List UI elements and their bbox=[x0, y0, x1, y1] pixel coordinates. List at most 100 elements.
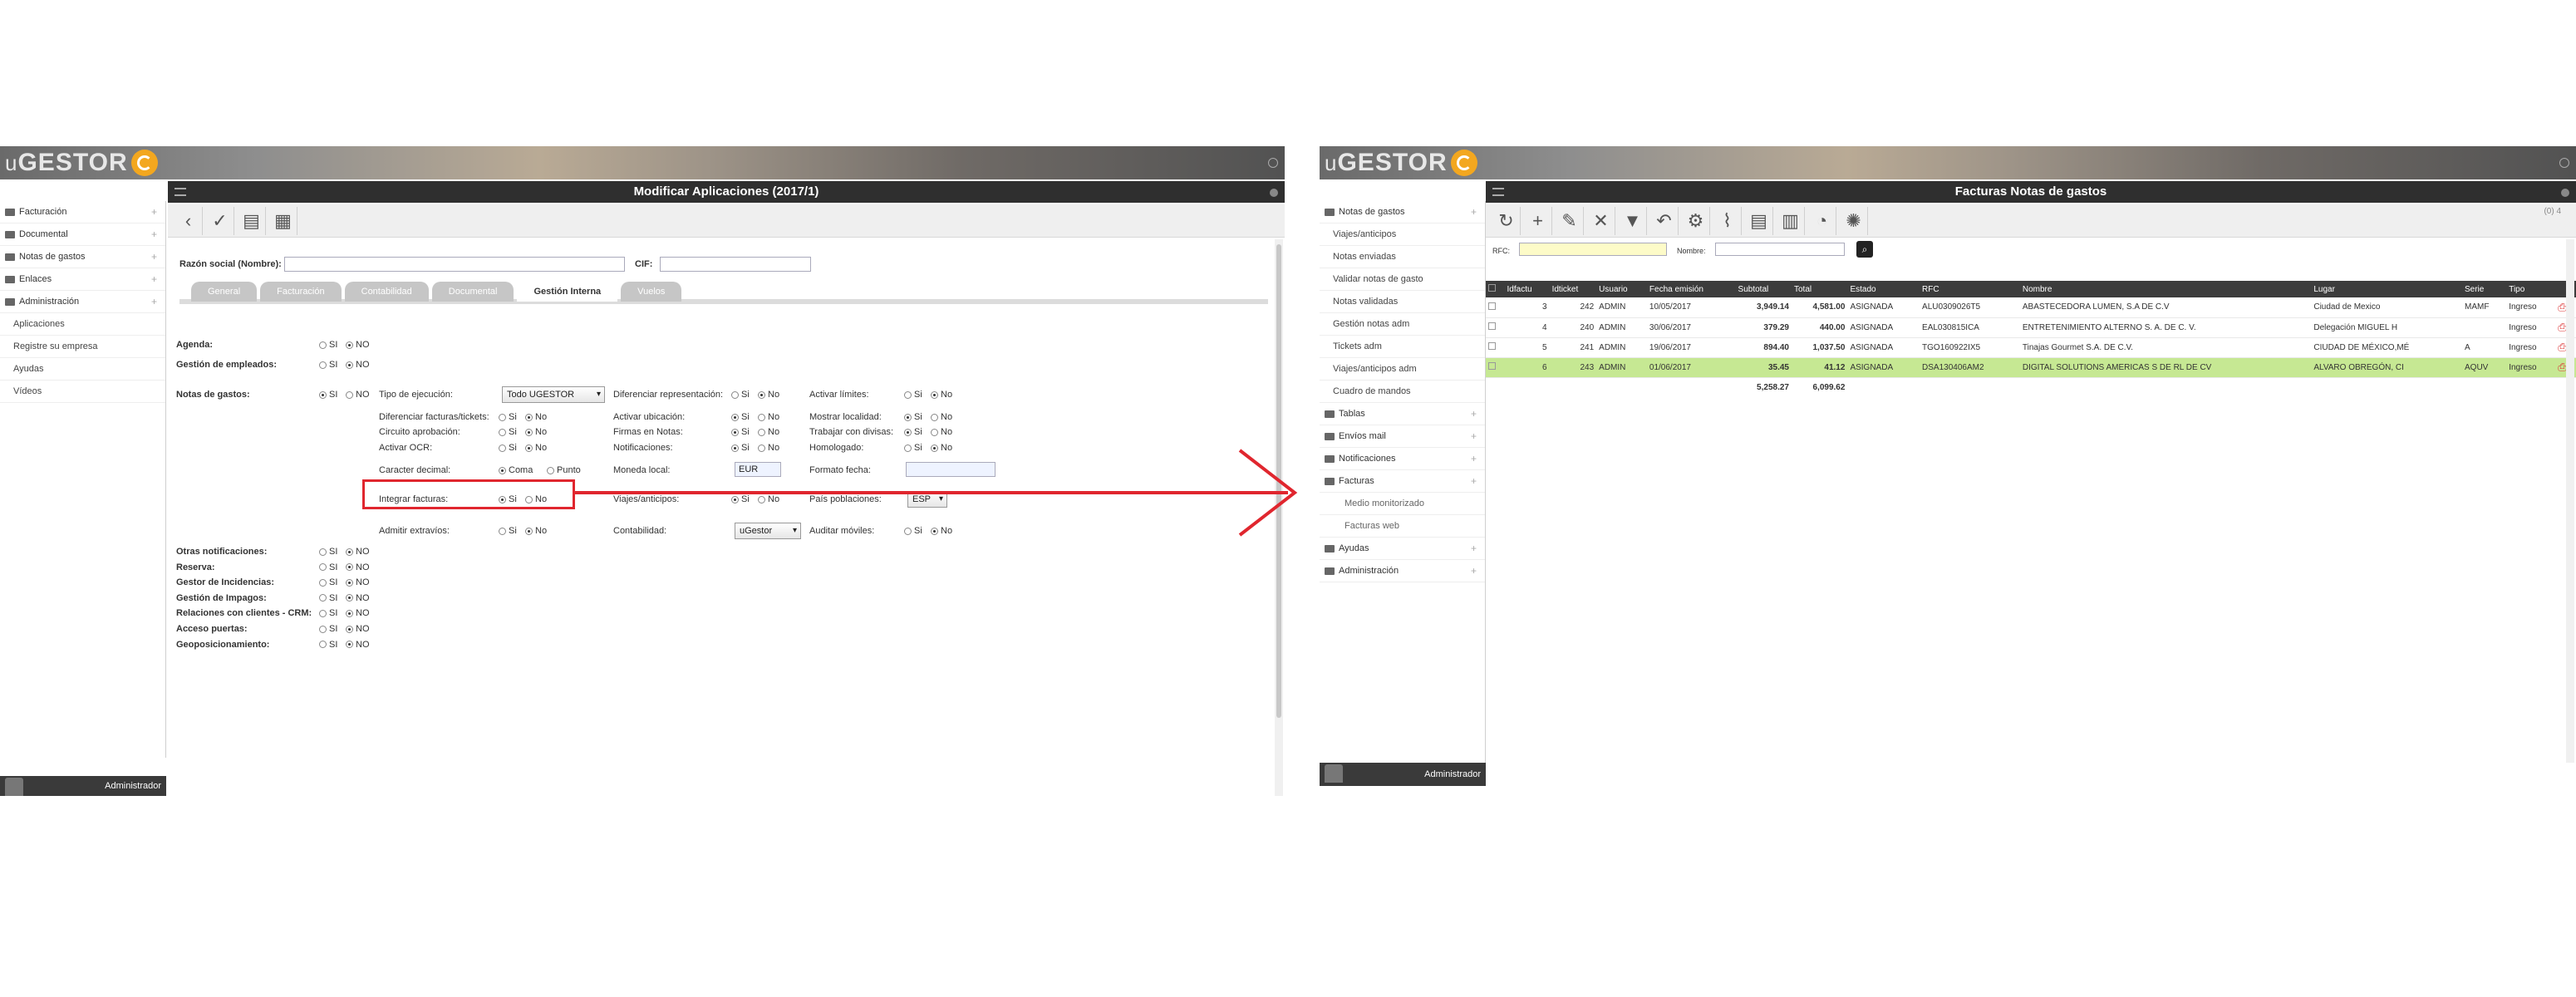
radio-si[interactable]: SI bbox=[319, 640, 337, 650]
sidebar-item[interactable]: Viajes/anticipos adm bbox=[1320, 358, 1485, 381]
attachment-icon[interactable]: ⌇ bbox=[1713, 206, 1742, 235]
pdf-document-icon[interactable]: ▥ bbox=[1777, 206, 1805, 235]
rfc-input[interactable] bbox=[1519, 243, 1667, 256]
radio-si[interactable]: SI bbox=[319, 593, 337, 603]
column-header[interactable]: Usuario bbox=[1596, 281, 1647, 297]
column-header[interactable] bbox=[1486, 281, 1505, 297]
document-icon[interactable]: ▤ bbox=[1745, 206, 1773, 235]
sidebar-item[interactable]: Validar notas de gasto bbox=[1320, 268, 1485, 291]
tab-documental[interactable]: Documental bbox=[431, 282, 514, 302]
sidebar-item[interactable]: Notificaciones + bbox=[1320, 448, 1485, 470]
expand-icon[interactable]: + bbox=[1471, 448, 1477, 470]
check-icon[interactable]: ✓ bbox=[206, 206, 234, 235]
sidebar-item[interactable]: Gestión notas adm bbox=[1320, 313, 1485, 336]
row-checkbox-cell[interactable] bbox=[1486, 297, 1505, 318]
radio-circle[interactable] bbox=[731, 390, 739, 399]
sidebar-item[interactable]: Notas de gastos + bbox=[1320, 201, 1485, 223]
menu-icon[interactable] bbox=[175, 188, 186, 196]
radio-circle[interactable] bbox=[319, 341, 327, 349]
column-header[interactable]: Fecha emisión bbox=[1646, 281, 1736, 297]
expand-icon[interactable]: + bbox=[1471, 425, 1477, 448]
sidebar-item[interactable]: Notas de gastos + bbox=[0, 246, 165, 268]
radio-no[interactable]: NO bbox=[346, 340, 370, 350]
right-user-footer[interactable]: Administrador bbox=[1320, 763, 1486, 786]
radio-no[interactable]: No bbox=[758, 390, 779, 400]
select-all-checkbox[interactable] bbox=[1488, 284, 1496, 292]
expand-icon[interactable]: + bbox=[1471, 470, 1477, 493]
window-dot-icon[interactable] bbox=[2559, 158, 2569, 168]
row-checkbox[interactable] bbox=[1488, 342, 1496, 350]
column-header[interactable]: Subtotal bbox=[1735, 281, 1792, 297]
sidebar-item[interactable]: Envíos mail + bbox=[1320, 425, 1485, 448]
radio-circle[interactable] bbox=[346, 625, 353, 633]
radio-circle[interactable] bbox=[547, 466, 554, 474]
tab-facturaci-n[interactable]: Facturación bbox=[260, 282, 342, 302]
sidebar-item[interactable]: Facturas web bbox=[1320, 515, 1485, 538]
sidebar-item[interactable]: Facturas + bbox=[1320, 470, 1485, 493]
radio-no[interactable]: NO bbox=[346, 390, 370, 400]
radio-circle[interactable] bbox=[525, 527, 533, 535]
expand-icon[interactable]: + bbox=[1471, 201, 1477, 223]
radio-no[interactable]: NO bbox=[346, 624, 370, 634]
radio-si[interactable]: SI bbox=[319, 390, 337, 400]
row-checkbox-cell[interactable] bbox=[1486, 317, 1505, 338]
radio-circle[interactable] bbox=[499, 466, 506, 474]
radio-circle[interactable] bbox=[731, 428, 739, 436]
expand-icon[interactable]: + bbox=[151, 291, 157, 313]
radio-no[interactable]: No bbox=[931, 412, 952, 422]
column-header[interactable]: Idticket bbox=[1549, 281, 1597, 297]
back-icon[interactable]: ‹ bbox=[175, 206, 203, 235]
radio-si[interactable]: Si bbox=[731, 390, 750, 400]
radio-circle[interactable] bbox=[904, 390, 912, 399]
sidebar-item[interactable]: Notas enviadas bbox=[1320, 246, 1485, 268]
sync-icon[interactable]: ✺ bbox=[1840, 206, 1868, 235]
radio-circle[interactable] bbox=[319, 361, 327, 369]
radio-circle[interactable] bbox=[525, 444, 533, 452]
radio-no[interactable]: NO bbox=[346, 562, 370, 572]
column-header[interactable]: Tipo bbox=[2506, 281, 2556, 297]
radio-si[interactable]: SI bbox=[319, 360, 337, 370]
column-header[interactable]: Nombre bbox=[2019, 281, 2312, 297]
undo-icon[interactable]: ↶ bbox=[1650, 206, 1679, 235]
radio-circle[interactable] bbox=[319, 578, 327, 587]
table-row[interactable]: 6 243 ADMIN 01/06/2017 35.45 41.12 ASIGNADA DSA… bbox=[1486, 357, 2576, 378]
radio-no[interactable]: No bbox=[525, 412, 547, 422]
radio-si[interactable]: Si bbox=[499, 526, 517, 536]
radio-circle[interactable] bbox=[731, 413, 739, 421]
sidebar-item[interactable]: Ayudas bbox=[0, 358, 165, 381]
radio-circle[interactable] bbox=[499, 428, 506, 436]
radio-no[interactable]: NO bbox=[346, 360, 370, 370]
radio-circle[interactable] bbox=[346, 609, 353, 617]
nombre-input[interactable] bbox=[1715, 243, 1845, 256]
document-icon[interactable]: ▤ bbox=[238, 206, 266, 235]
sidebar-item[interactable]: Aplicaciones bbox=[0, 313, 165, 336]
radio-circle[interactable] bbox=[758, 428, 765, 436]
radio-circle[interactable] bbox=[525, 428, 533, 436]
sidebar-item[interactable]: Tickets adm bbox=[1320, 336, 1485, 358]
radio-circle[interactable] bbox=[904, 428, 912, 436]
sidebar-item[interactable]: Enlaces + bbox=[0, 268, 165, 291]
radio-si[interactable]: SI bbox=[319, 577, 337, 587]
radio-no[interactable]: No bbox=[931, 427, 952, 437]
radio-circle[interactable] bbox=[499, 444, 506, 452]
column-header[interactable]: RFC bbox=[1920, 281, 2020, 297]
radio-si[interactable]: Si bbox=[904, 412, 922, 422]
tab-gesti-n-interna[interactable]: Gestión Interna bbox=[517, 282, 618, 302]
radio-no[interactable]: NO bbox=[346, 577, 370, 587]
column-header[interactable]: Serie bbox=[2462, 281, 2507, 297]
row-checkbox[interactable] bbox=[1488, 322, 1496, 330]
radio-si[interactable]: Si bbox=[499, 412, 517, 422]
sidebar-item[interactable]: Facturación + bbox=[0, 201, 165, 223]
settings-gears-icon[interactable]: ⚙ bbox=[1682, 206, 1710, 235]
radio-circle[interactable] bbox=[319, 641, 327, 649]
radio-circle[interactable] bbox=[346, 341, 353, 349]
sidebar-item[interactable]: Ayudas + bbox=[1320, 538, 1485, 560]
radio-circle[interactable] bbox=[346, 563, 353, 572]
radio-no[interactable]: NO bbox=[346, 547, 370, 557]
radio-si[interactable]: SI bbox=[319, 547, 337, 557]
filter-icon[interactable]: ▼ bbox=[1619, 206, 1647, 235]
radio-no[interactable]: NO bbox=[346, 608, 370, 618]
radio-no[interactable]: No bbox=[525, 427, 547, 437]
settings-icon[interactable] bbox=[2561, 189, 2569, 197]
radio-circle[interactable] bbox=[904, 413, 912, 421]
